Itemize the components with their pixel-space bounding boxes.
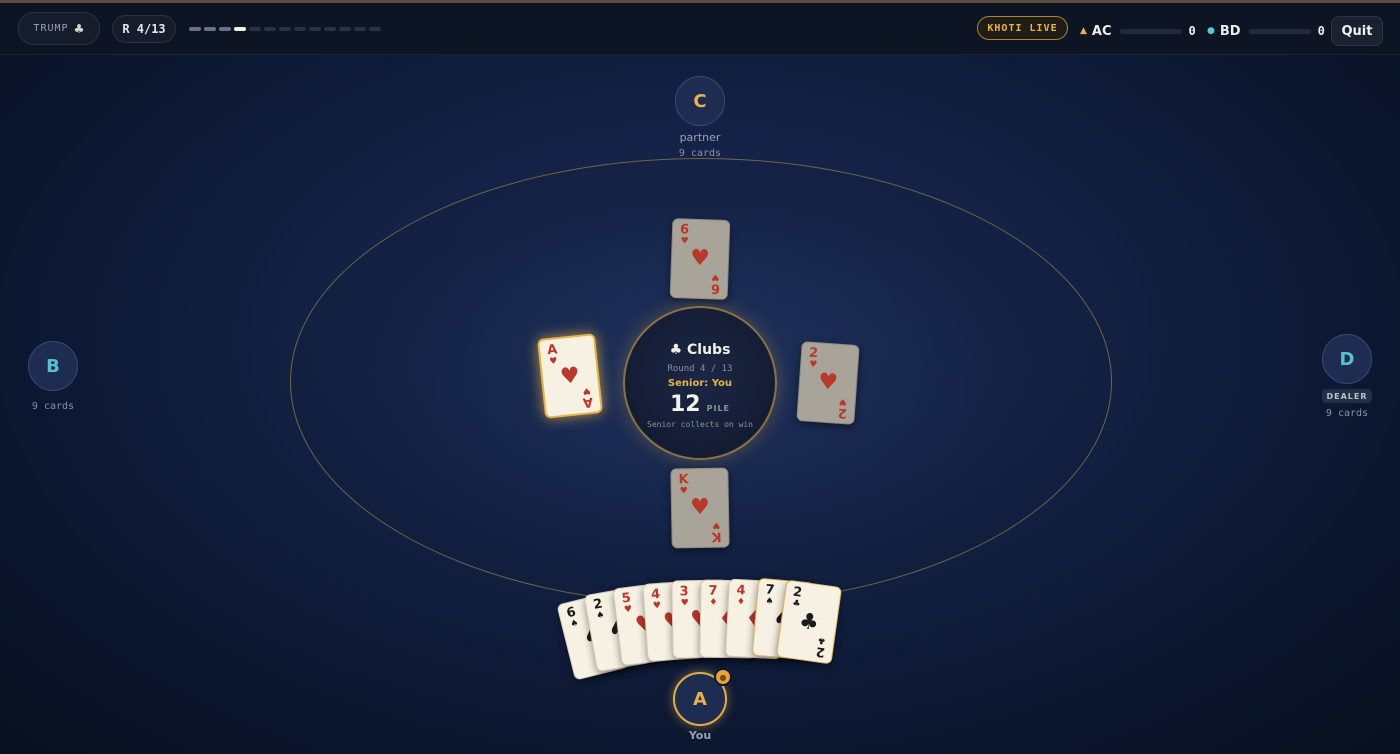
team-score: 0	[1317, 24, 1325, 38]
card-rank: A	[581, 393, 594, 410]
round-progress-segment	[309, 27, 321, 31]
heart-icon: ♥	[689, 245, 711, 272]
player-role-label: partner	[679, 131, 721, 144]
card-rank: 2	[837, 404, 848, 421]
round-progress-segment	[369, 27, 381, 31]
round-text: Round 4 / 13	[667, 364, 733, 374]
round-progress-bar	[189, 27, 381, 31]
trump-suit-name: Clubs	[687, 342, 731, 358]
card-rank: K	[711, 528, 722, 544]
heart-icon: ♥	[808, 359, 818, 371]
round-progress-segment	[234, 27, 246, 31]
card-rank: 5	[620, 590, 632, 607]
round-progress-segment	[294, 27, 306, 31]
round-progress-segment	[279, 27, 291, 31]
heart-icon: ♥	[680, 598, 689, 609]
round-progress-segment	[324, 27, 336, 31]
heart-icon: ♥	[689, 494, 711, 521]
team-score-bar	[1119, 28, 1182, 34]
card-rank: 2	[808, 345, 819, 362]
player-card-count: 9 cards	[678, 148, 722, 159]
spade-icon: ♠	[595, 610, 606, 622]
heart-icon: ♥	[817, 369, 839, 396]
pile-counter: 12 PILE	[625, 392, 775, 417]
heart-icon: ♥	[652, 600, 662, 612]
card-rank: 3	[679, 584, 689, 600]
round-progress-segment	[249, 27, 261, 31]
team-score: 0	[1188, 24, 1196, 38]
player-you-label: You	[688, 729, 712, 742]
heart-icon: ♥	[680, 236, 689, 247]
player-card-count: 9 cards	[1325, 408, 1369, 419]
heart-icon: ♥	[711, 271, 720, 282]
diamond-icon: ♦	[709, 597, 718, 608]
club-icon: ♣	[791, 598, 802, 610]
heart-icon: ♥	[712, 519, 721, 530]
player-avatar-b: B	[28, 341, 78, 391]
pile-count: 12	[669, 392, 701, 417]
khoti-live-badge: KHOTI LIVE	[977, 16, 1068, 40]
pile-label: PILE	[706, 404, 731, 413]
dealer-badge: DEALER	[1322, 389, 1372, 403]
card-rank: K	[678, 472, 689, 488]
diamond-icon: ♦	[736, 597, 746, 608]
active-turn-indicator-icon: ●	[714, 668, 732, 686]
round-progress-segment	[189, 27, 201, 31]
spade-icon: ♠	[765, 596, 774, 608]
triangle-icon: ▲	[1080, 26, 1087, 36]
senior-text: Senior: You	[667, 378, 733, 389]
clubs-icon: ♣	[669, 342, 683, 358]
card-rank: 7	[708, 583, 718, 599]
round-progress-segment	[204, 27, 216, 31]
round-progress-segment	[219, 27, 231, 31]
round-progress-segment	[339, 27, 351, 31]
round-progress-segment	[354, 27, 366, 31]
team-name: BD	[1219, 23, 1241, 39]
team-name: AC	[1091, 23, 1112, 39]
top-bar: TRUMP ♣ R 4/13 KHOTI LIVE ▲ AC 0 ● BD 0 …	[0, 3, 1400, 55]
card-rank: A	[546, 342, 559, 359]
player-avatar-d: D	[1322, 334, 1372, 384]
team-score-bd: ● BD 0	[1207, 23, 1325, 39]
card-rank: 2	[814, 643, 827, 660]
club-icon: ♣	[797, 608, 821, 637]
heart-icon: ♥	[548, 356, 558, 368]
heart-icon: ♥	[679, 486, 688, 497]
player-card-count: 9 cards	[31, 401, 75, 412]
card-rank: 6	[710, 280, 721, 296]
team-score-ac: ▲ AC 0	[1080, 23, 1196, 39]
trump-label: TRUMP	[33, 23, 69, 34]
trump-suit-title: ♣ Clubs	[625, 342, 775, 358]
team-score-bar	[1248, 28, 1311, 34]
center-info-disc: ♣ Clubs Round 4 / 13 Senior: You 12 PILE…	[623, 306, 777, 460]
round-indicator: R 4/13	[112, 15, 176, 43]
played-card-left: A ♥ ♥ ♥ A	[536, 333, 604, 419]
clubs-icon: ♣	[74, 19, 85, 38]
played-card-bottom: K ♥ ♥ ♥ K	[670, 467, 730, 549]
player-avatar-c: C	[675, 76, 725, 126]
round-progress-segment	[264, 27, 276, 31]
collect-hint: Senior collects on win	[647, 420, 753, 429]
dot-icon: ●	[1207, 26, 1215, 36]
played-card-top: 6 ♥ ♥ ♥ 6	[669, 218, 731, 300]
card-rank: 4	[650, 586, 661, 603]
heart-icon: ♥	[623, 604, 633, 616]
card-rank: 4	[736, 583, 746, 599]
trump-indicator: TRUMP ♣	[18, 12, 100, 45]
quit-button[interactable]: Quit	[1331, 16, 1383, 46]
played-card-right: 2 ♥ ♥ ♥ 2	[796, 341, 860, 425]
card-rank: 7	[764, 582, 776, 599]
card-rank: 6	[679, 222, 690, 238]
card-rank: 2	[791, 584, 804, 601]
hand-card[interactable]: 2 ♣ ♣ ♣ 2	[775, 579, 843, 665]
